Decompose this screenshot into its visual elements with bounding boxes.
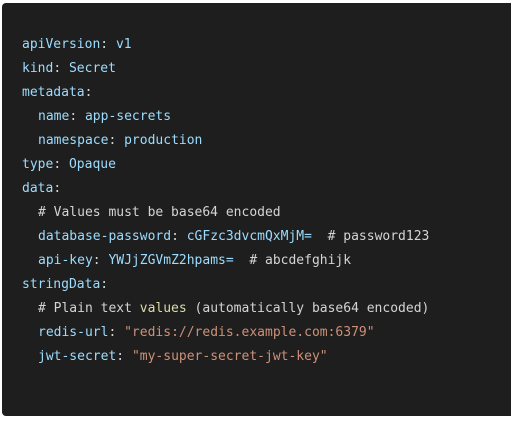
yaml-key: database-password <box>38 229 172 244</box>
code-block: apiVersion: v1 kind: Secret metadata: na… <box>2 3 511 416</box>
yaml-key: namespace <box>38 133 109 148</box>
yaml-value: v1 <box>115 37 132 52</box>
yaml-comment-highlight: values <box>139 301 187 316</box>
code-line-string-data: stringData: <box>22 273 511 297</box>
code-line-data: data: <box>22 177 511 201</box>
code-line-comment-plain-text: # Plain text values (automatically base6… <box>22 297 511 321</box>
yaml-comment: (automatically base64 encoded) <box>186 301 430 316</box>
yaml-separator: : <box>116 349 132 364</box>
code-line-database-password: database-password: cGFzc3dvcmQxMjM= # pa… <box>22 225 511 249</box>
yaml-value: cGFzc3dvcmQxMjM= <box>186 229 312 244</box>
yaml-comment: # Values must be base64 encoded <box>38 205 281 220</box>
yaml-key: apiVersion <box>22 37 101 52</box>
yaml-value: Secret <box>68 61 116 76</box>
yaml-separator: : <box>108 325 125 340</box>
yaml-value: YWJjZGVmZ2hpams= <box>108 253 234 268</box>
code-line-redis-url: redis-url: "redis://redis.example.com:63… <box>22 321 511 345</box>
code-line-metadata: metadata: <box>22 81 511 105</box>
yaml-string-value: "redis://redis.example.com:6379" <box>124 325 375 340</box>
code-line-type: type: Opaque <box>22 153 511 177</box>
yaml-separator: : <box>92 253 109 268</box>
code-line-name: name: app-secrets <box>22 105 511 129</box>
yaml-key: api-key <box>38 253 93 268</box>
yaml-string-value: "my-super-secret-jwt-key" <box>131 349 328 364</box>
yaml-key: name <box>38 109 70 124</box>
code-line-comment-base64: # Values must be base64 encoded <box>22 201 511 225</box>
yaml-value: production <box>124 133 203 148</box>
code-line-api-version: apiVersion: v1 <box>22 33 511 57</box>
yaml-value: Opaque <box>68 157 116 172</box>
yaml-key: kind <box>22 61 54 76</box>
yaml-separator: : <box>53 61 69 76</box>
yaml-key: stringData <box>22 277 101 292</box>
yaml-key: jwt-secret <box>38 349 117 364</box>
yaml-value: app-secrets <box>84 109 172 124</box>
code-line-jwt-secret: jwt-secret: "my-super-secret-jwt-key" <box>22 345 511 369</box>
yaml-key: type <box>22 157 54 172</box>
code-line-api-key: api-key: YWJjZGVmZ2hpams= # abcdefghijk <box>22 249 511 273</box>
yaml-separator: : <box>53 181 62 196</box>
yaml-key: data <box>22 181 54 196</box>
yaml-comment: # Plain text <box>38 301 140 316</box>
yaml-separator: : <box>53 157 69 172</box>
yaml-comment: # password123 <box>311 229 430 244</box>
code-line-namespace: namespace: production <box>22 129 511 153</box>
yaml-key: metadata <box>22 85 85 100</box>
yaml-separator: : <box>171 229 187 244</box>
yaml-comment: # abcdefghijk <box>233 253 352 268</box>
yaml-separator: : <box>100 37 116 52</box>
yaml-separator: : <box>84 85 93 100</box>
yaml-separator: : <box>69 109 85 124</box>
yaml-key: redis-url <box>38 325 109 340</box>
yaml-separator: : <box>100 277 109 292</box>
yaml-separator: : <box>108 133 125 148</box>
code-line-kind: kind: Secret <box>22 57 511 81</box>
